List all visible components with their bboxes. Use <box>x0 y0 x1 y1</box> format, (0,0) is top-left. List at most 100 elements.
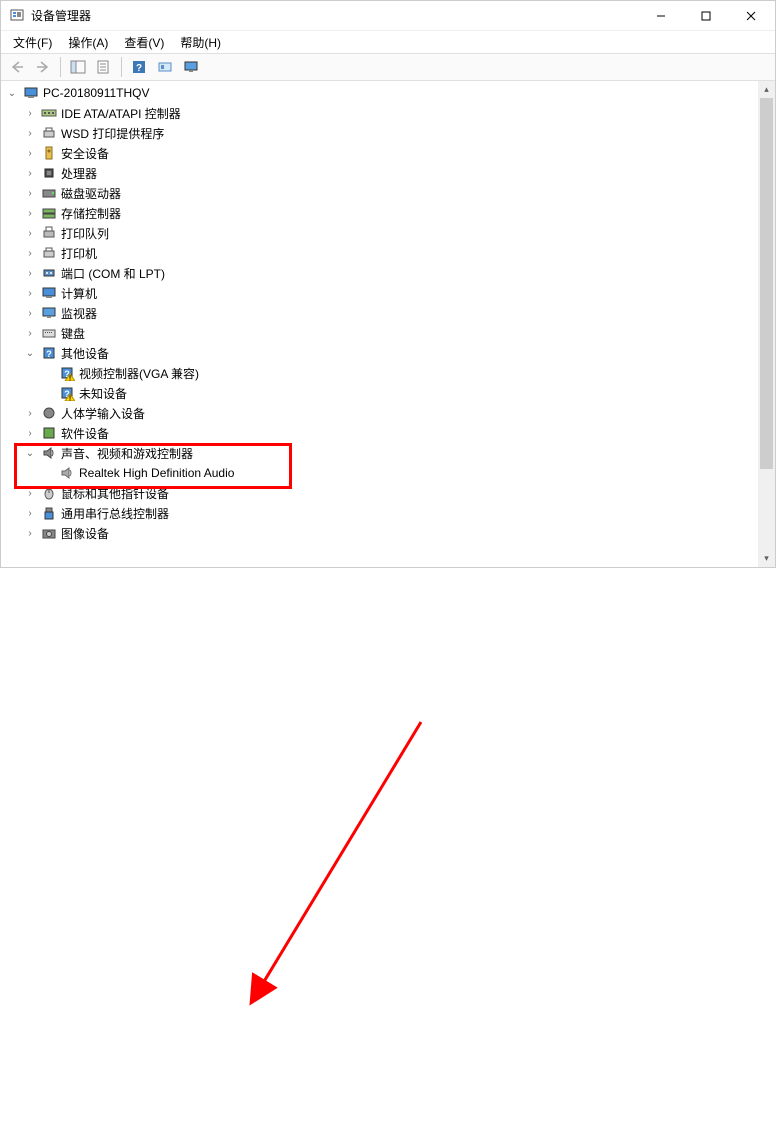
tree-item-audio[interactable]: ⌄ 声音、视频和游戏控制器 <box>1 443 758 463</box>
mouse-icon <box>41 485 57 501</box>
tree-item-other-devices[interactable]: ⌄ ? 其他设备 <box>1 343 758 363</box>
chevron-right-icon[interactable]: › <box>23 326 37 340</box>
menu-view[interactable]: 查看(V) <box>116 32 172 53</box>
titlebar: 设备管理器 <box>1 1 775 31</box>
chevron-right-icon[interactable]: › <box>23 266 37 280</box>
chevron-right-icon[interactable]: › <box>23 406 37 420</box>
storage-icon <box>41 205 57 221</box>
tree-label: 安全设备 <box>61 145 109 162</box>
chevron-down-icon[interactable]: ⌄ <box>5 86 19 100</box>
properties-button[interactable] <box>92 56 116 78</box>
speaker-icon <box>41 445 57 461</box>
tree-label: Realtek High Definition Audio <box>79 466 234 480</box>
app-icon <box>9 8 25 24</box>
speaker-icon <box>59 465 75 481</box>
chevron-right-icon[interactable]: › <box>23 226 37 240</box>
ide-icon <box>41 105 57 121</box>
computer-icon <box>41 285 57 301</box>
hid-icon <box>41 405 57 421</box>
tree-item-monitor[interactable]: › 监视器 <box>1 303 758 323</box>
svg-text:!: ! <box>69 396 71 402</box>
root-label: PC-20180911THQV <box>43 86 150 100</box>
printer-icon <box>41 125 57 141</box>
tree-item-printer[interactable]: › 打印机 <box>1 243 758 263</box>
tree-item-cpu[interactable]: › 处理器 <box>1 163 758 183</box>
tree-item-hid[interactable]: › 人体学输入设备 <box>1 403 758 423</box>
tree-item-realtek-audio[interactable]: › Realtek High Definition Audio <box>1 463 758 483</box>
chevron-right-icon[interactable]: › <box>23 186 37 200</box>
show-hide-console-button[interactable] <box>66 56 90 78</box>
annotation-arrow <box>1 567 776 1135</box>
minimize-button[interactable] <box>638 2 683 30</box>
tree-item-vga-controller[interactable]: › ?! 视频控制器(VGA 兼容) <box>1 363 758 383</box>
menubar: 文件(F) 操作(A) 查看(V) 帮助(H) <box>1 31 775 53</box>
chevron-right-icon[interactable]: › <box>23 506 37 520</box>
window-title: 设备管理器 <box>31 7 638 24</box>
close-button[interactable] <box>728 2 773 30</box>
port-icon <box>41 265 57 281</box>
tree-root[interactable]: ⌄ PC-20180911THQV <box>1 83 758 103</box>
chevron-right-icon[interactable]: › <box>23 486 37 500</box>
chevron-down-icon[interactable]: ⌄ <box>23 446 37 460</box>
scroll-up-button[interactable]: ▴ <box>758 81 775 98</box>
tree-item-wsd[interactable]: › WSD 打印提供程序 <box>1 123 758 143</box>
tree-label: 声音、视频和游戏控制器 <box>61 445 193 462</box>
tree-item-ide[interactable]: › IDE ATA/ATAPI 控制器 <box>1 103 758 123</box>
chevron-down-icon[interactable]: ⌄ <box>23 346 37 360</box>
tree-item-ports[interactable]: › 端口 (COM 和 LPT) <box>1 263 758 283</box>
tree-label: 图像设备 <box>61 525 109 542</box>
chevron-right-icon[interactable]: › <box>23 106 37 120</box>
back-button[interactable] <box>5 56 29 78</box>
computer-icon <box>23 85 39 101</box>
tree-label: 通用串行总线控制器 <box>61 505 169 522</box>
tree-label: 打印队列 <box>61 225 109 242</box>
tree-label: 计算机 <box>61 285 97 302</box>
chevron-right-icon[interactable]: › <box>23 166 37 180</box>
chevron-right-icon[interactable]: › <box>23 126 37 140</box>
tree-item-software[interactable]: › 软件设备 <box>1 423 758 443</box>
tree-label: 未知设备 <box>79 385 127 402</box>
tree-item-storage[interactable]: › 存储控制器 <box>1 203 758 223</box>
vertical-scrollbar[interactable]: ▴ ▾ <box>758 81 775 567</box>
tree-item-imaging[interactable]: › 图像设备 <box>1 523 758 543</box>
tree-item-security[interactable]: › 安全设备 <box>1 143 758 163</box>
maximize-button[interactable] <box>683 2 728 30</box>
forward-button[interactable] <box>31 56 55 78</box>
menu-action[interactable]: 操作(A) <box>60 32 116 53</box>
monitor-button[interactable] <box>179 56 203 78</box>
tree-item-usb[interactable]: › 通用串行总线控制器 <box>1 503 758 523</box>
chevron-right-icon[interactable]: › <box>23 146 37 160</box>
menu-file[interactable]: 文件(F) <box>5 32 60 53</box>
tree-item-printqueue[interactable]: › 打印队列 <box>1 223 758 243</box>
svg-text:?: ? <box>46 349 52 359</box>
unknown-icon: ? <box>41 345 57 361</box>
menu-help[interactable]: 帮助(H) <box>172 32 229 53</box>
svg-text:!: ! <box>69 376 71 382</box>
chevron-right-icon[interactable]: › <box>23 306 37 320</box>
chevron-right-icon[interactable]: › <box>23 286 37 300</box>
chevron-right-icon[interactable]: › <box>23 526 37 540</box>
tree-item-unknown-device[interactable]: › ?! 未知设备 <box>1 383 758 403</box>
chevron-right-icon[interactable]: › <box>23 246 37 260</box>
tree-label: 人体学输入设备 <box>61 405 145 422</box>
tree-label: 监视器 <box>61 305 97 322</box>
scroll-thumb[interactable] <box>760 98 773 469</box>
tree-item-computer[interactable]: › 计算机 <box>1 283 758 303</box>
printqueue-icon <box>41 225 57 241</box>
cpu-icon <box>41 165 57 181</box>
device-tree[interactable]: ⌄ PC-20180911THQV › IDE ATA/ATAPI 控制器 › … <box>1 81 758 567</box>
scroll-track[interactable] <box>758 98 775 550</box>
tree-item-keyboard[interactable]: › 键盘 <box>1 323 758 343</box>
scan-hardware-button[interactable] <box>153 56 177 78</box>
window-controls <box>638 2 773 30</box>
tree-label: WSD 打印提供程序 <box>61 125 164 142</box>
toolbar: ? <box>1 53 775 81</box>
svg-text:?: ? <box>136 63 142 74</box>
tree-label: 端口 (COM 和 LPT) <box>61 265 165 282</box>
chevron-right-icon[interactable]: › <box>23 426 37 440</box>
tree-item-mouse[interactable]: › 鼠标和其他指针设备 <box>1 483 758 503</box>
help-button[interactable]: ? <box>127 56 151 78</box>
tree-item-disk[interactable]: › 磁盘驱动器 <box>1 183 758 203</box>
chevron-right-icon[interactable]: › <box>23 206 37 220</box>
scroll-down-button[interactable]: ▾ <box>758 550 775 567</box>
